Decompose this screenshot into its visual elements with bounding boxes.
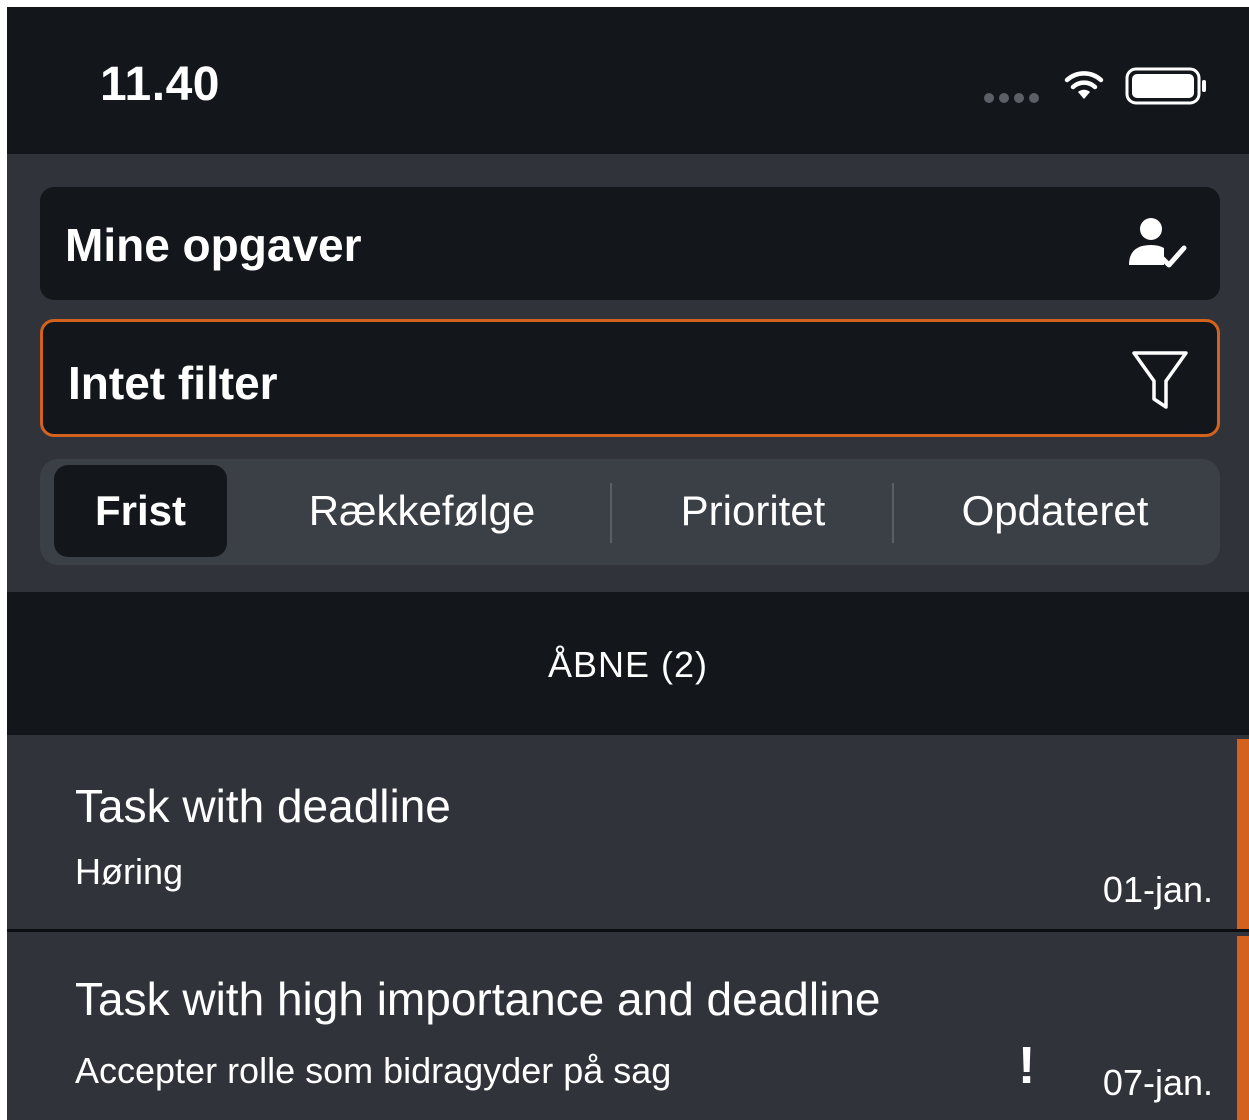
high-importance-icon: ! <box>1018 1037 1036 1095</box>
task-date: 01-jan. <box>1102 869 1213 910</box>
assignee-selector[interactable]: Mine opgaver <box>40 187 1220 300</box>
task-subtitle: Høring <box>75 851 184 892</box>
sort-tab-opdateret[interactable]: Opdateret <box>894 465 1216 557</box>
app-screen: 11.40 Mine opgaver Intet filter Frist Ræ… <box>7 7 1249 1120</box>
deadline-accent-bar <box>1237 739 1249 929</box>
filter-icon <box>1132 351 1188 409</box>
wifi-icon <box>1064 71 1104 99</box>
task-title: Task with high importance and deadline <box>75 973 881 1025</box>
filter-label: Intet filter <box>68 357 278 409</box>
sort-tab-prioritet[interactable]: Prioritet <box>612 465 894 557</box>
filter-selector[interactable]: Intet filter <box>40 319 1220 437</box>
task-subtitle: Accepter rolle som bidragyder på sag <box>75 1050 672 1091</box>
task-header: Mine opgaver Intet filter Frist Rækkeføl… <box>7 154 1249 592</box>
deadline-accent-bar <box>1237 936 1249 1120</box>
sort-segmented-control: Frist Rækkefølge Prioritet Opdateret <box>40 459 1220 565</box>
task-row[interactable]: Task with high importance and deadline A… <box>7 932 1249 1120</box>
user-check-icon <box>1129 218 1187 268</box>
signal-dots-icon <box>984 93 1040 103</box>
section-title: ÅBNE (2) <box>547 644 709 685</box>
task-date: 07-jan. <box>1102 1062 1213 1103</box>
section-header: ÅBNE (2) <box>7 592 1249 735</box>
sort-tab-raekkefolge[interactable]: Rækkefølge <box>230 465 614 557</box>
sort-tab-frist[interactable]: Frist <box>54 465 227 557</box>
assignee-label: Mine opgaver <box>65 219 362 271</box>
task-row[interactable]: Task with deadline Høring 01-jan. <box>7 735 1249 929</box>
status-time: 11.40 <box>100 58 220 111</box>
status-bar: 11.40 <box>7 7 1249 154</box>
task-title: Task with deadline <box>75 780 451 832</box>
battery-icon <box>1125 67 1206 105</box>
